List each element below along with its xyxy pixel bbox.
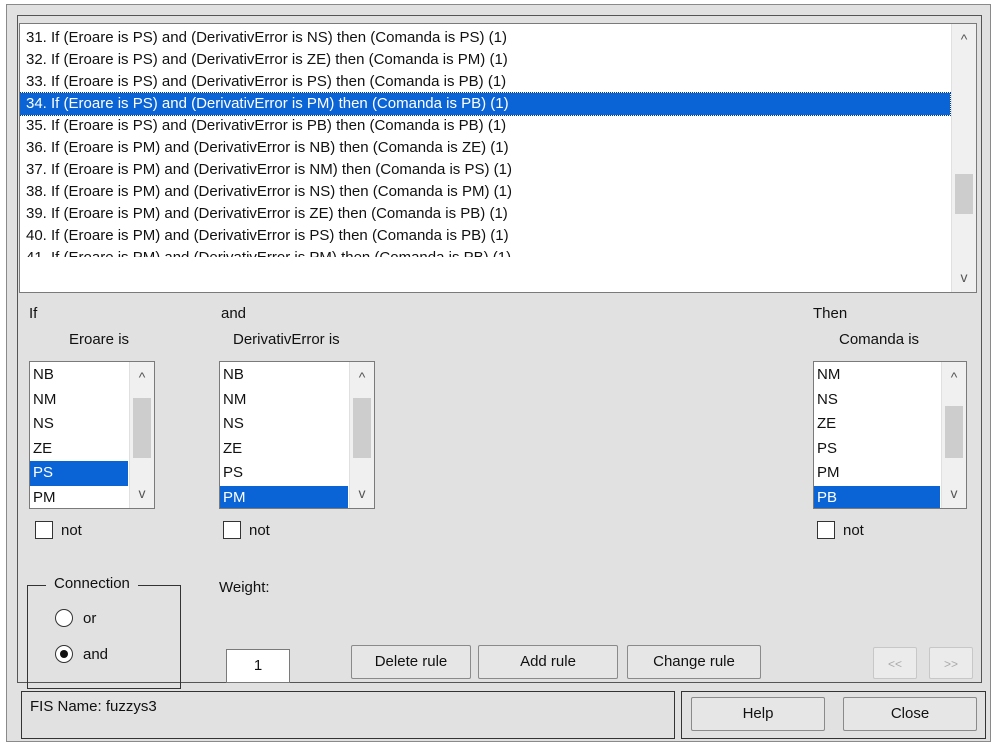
scroll-down-icon[interactable]: v <box>350 482 374 504</box>
derivativerror-list-items: NB NM NS ZE PS PM <box>220 363 348 508</box>
scroll-thumb[interactable] <box>133 398 151 458</box>
list-item[interactable]: PS <box>220 461 348 486</box>
change-rule-button[interactable]: Change rule <box>627 645 761 679</box>
and-label: and <box>83 645 109 663</box>
list-item[interactable]: NS <box>220 412 348 437</box>
if-heading: If <box>29 305 38 322</box>
list-item[interactable]: NM <box>814 363 940 388</box>
list-item[interactable]: ZE <box>814 412 940 437</box>
connection-and-option[interactable]: and <box>55 645 108 663</box>
rule-editor-window: 31. If (Eroare is PS) and (DerivativErro… <box>6 4 991 742</box>
or-label: or <box>83 609 97 627</box>
weight-label: Weight: <box>219 579 270 596</box>
comanda-list-scrollbar[interactable]: ^ v <box>941 362 966 508</box>
status-bar: FIS Name: fuzzys3 <box>21 691 675 739</box>
eroare-not-checkbox[interactable] <box>35 521 53 539</box>
and-heading: and <box>221 305 247 322</box>
scroll-down-icon[interactable]: v <box>952 266 976 288</box>
list-item[interactable]: NS <box>814 388 940 413</box>
derivativerror-list-scrollbar[interactable]: ^ v <box>349 362 374 508</box>
rule-list-items: 31. If (Eroare is PS) and (DerivativErro… <box>20 27 951 257</box>
next-button[interactable]: >> <box>929 647 973 679</box>
derivativerror-label: DerivativError is <box>233 331 340 348</box>
list-item[interactable]: PS <box>814 437 940 462</box>
eroare-list-scrollbar[interactable]: ^ v <box>129 362 154 508</box>
rule-row[interactable]: 31. If (Eroare is PS) and (DerivativErro… <box>20 27 950 49</box>
scroll-thumb[interactable] <box>955 174 973 214</box>
rule-row[interactable]: 38. If (Eroare is PM) and (DerivativErro… <box>20 181 950 203</box>
comanda-not-checkbox[interactable] <box>817 521 835 539</box>
eroare-not-checkbox-row[interactable]: not <box>35 519 82 541</box>
scroll-down-icon[interactable]: v <box>130 482 154 504</box>
list-item[interactable]: NS <box>30 412 128 437</box>
eroare-label: Eroare is <box>69 331 130 348</box>
list-item-selected[interactable]: PS <box>30 461 128 486</box>
list-item[interactable]: NM <box>220 388 348 413</box>
derivativerror-not-checkbox[interactable] <box>223 521 241 539</box>
list-item-selected[interactable]: PM <box>220 485 348 508</box>
list-item[interactable]: PM <box>814 461 940 486</box>
derivativerror-list[interactable]: NB NM NS ZE PS PM ^ v <box>219 361 375 509</box>
rule-row[interactable]: 32. If (Eroare is PS) and (DerivativErro… <box>20 49 950 71</box>
rule-row[interactable]: 33. If (Eroare is PS) and (DerivativErro… <box>20 71 950 93</box>
rule-row[interactable]: 40. If (Eroare is PM) and (DerivativErro… <box>20 225 950 247</box>
then-heading: Then <box>813 305 848 322</box>
scroll-up-icon[interactable]: ^ <box>350 366 374 388</box>
list-item[interactable]: NM <box>30 388 128 413</box>
comanda-not-checkbox-row[interactable]: not <box>817 519 864 541</box>
connection-group: Connection <box>27 575 181 689</box>
help-button[interactable]: Help <box>691 697 825 731</box>
list-item[interactable]: ZE <box>30 437 128 462</box>
add-rule-button[interactable]: Add rule <box>478 645 618 679</box>
connection-title: Connection <box>46 575 138 592</box>
list-item[interactable]: NB <box>220 363 348 388</box>
weight-input[interactable]: 1 <box>226 649 290 683</box>
or-radio[interactable] <box>55 609 73 627</box>
and-radio[interactable] <box>55 645 73 663</box>
eroare-list-items: NB NM NS ZE PS PM <box>30 363 128 509</box>
derivativerror-not-checkbox-row[interactable]: not <box>223 519 270 541</box>
list-item[interactable]: PM <box>30 486 128 509</box>
rule-row[interactable]: 39. If (Eroare is PM) and (DerivativErro… <box>20 203 950 225</box>
rule-row[interactable]: 36. If (Eroare is PM) and (DerivativErro… <box>20 137 950 159</box>
scroll-down-icon[interactable]: v <box>942 482 966 504</box>
prev-button[interactable]: << <box>873 647 917 679</box>
rule-list[interactable]: 31. If (Eroare is PS) and (DerivativErro… <box>19 23 977 293</box>
delete-rule-button[interactable]: Delete rule <box>351 645 471 679</box>
close-button[interactable]: Close <box>843 697 977 731</box>
rule-row[interactable]: 41. If (Eroare is PM) and (DerivativErro… <box>20 247 950 257</box>
eroare-list[interactable]: NB NM NS ZE PS PM ^ v <box>29 361 155 509</box>
list-item-selected[interactable]: PB <box>814 485 940 508</box>
not-label: not <box>61 521 82 539</box>
scroll-up-icon[interactable]: ^ <box>952 28 976 50</box>
comanda-list-items: NM NS ZE PS PM PB <box>814 363 940 508</box>
not-label: not <box>249 521 270 539</box>
status-text: FIS Name: fuzzys3 <box>30 698 157 715</box>
rule-row-selected[interactable]: 34. If (Eroare is PS) and (DerivativErro… <box>20 92 951 116</box>
comanda-list[interactable]: NM NS ZE PS PM PB ^ v <box>813 361 967 509</box>
rule-row[interactable]: 35. If (Eroare is PS) and (DerivativErro… <box>20 115 950 137</box>
scroll-up-icon[interactable]: ^ <box>942 366 966 388</box>
scroll-up-icon[interactable]: ^ <box>130 366 154 388</box>
connection-or-option[interactable]: or <box>55 609 96 627</box>
scroll-thumb[interactable] <box>945 406 963 458</box>
rule-row[interactable]: 37. If (Eroare is PM) and (DerivativErro… <box>20 159 950 181</box>
rule-list-scrollbar[interactable]: ^ v <box>951 24 976 292</box>
not-label: not <box>843 521 864 539</box>
comanda-label: Comanda is <box>839 331 920 348</box>
list-item[interactable]: NB <box>30 363 128 388</box>
list-item[interactable]: ZE <box>220 437 348 462</box>
scroll-thumb[interactable] <box>353 398 371 458</box>
